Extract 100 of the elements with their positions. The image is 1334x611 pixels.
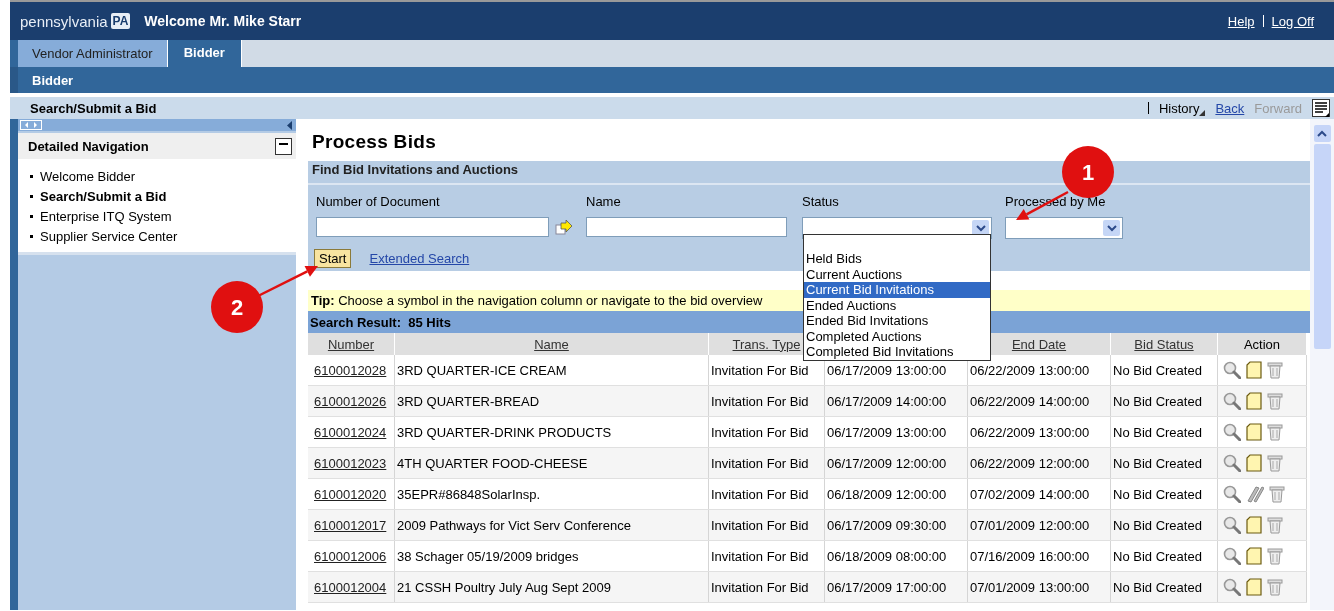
- table-cell: 06/17/2009 14:00:00: [824, 385, 968, 417]
- scroll-up-button[interactable]: [1313, 125, 1331, 142]
- dropdown-field[interactable]: [1005, 217, 1123, 239]
- search-icon[interactable]: [1223, 547, 1241, 565]
- welcome-text: Welcome Mr. Mike Starr: [144, 13, 302, 29]
- table-cell: No Bid Created: [1110, 571, 1218, 603]
- table-cell: 3RD QUARTER-ICE CREAM: [394, 355, 709, 386]
- dropdown-option[interactable]: Current Bid Invitations: [804, 282, 990, 298]
- tab[interactable]: Vendor Administrator: [18, 40, 168, 67]
- dropdown-option[interactable]: Current Auctions: [804, 266, 990, 282]
- tab[interactable]: Bidder: [167, 40, 242, 67]
- field-label: Number of Document: [316, 194, 441, 209]
- page-path: Search/Submit a Bid: [30, 100, 157, 116]
- trash-icon[interactable]: [1267, 423, 1283, 441]
- trash-icon[interactable]: [1269, 485, 1285, 503]
- input-field[interactable]: [586, 217, 787, 237]
- trash-icon[interactable]: [1267, 392, 1283, 410]
- column-header: Action: [1243, 336, 1281, 352]
- sidebar-toggle-icon[interactable]: [20, 120, 42, 130]
- scrollbar-thumb[interactable]: [1313, 144, 1331, 349]
- table-cell: 06/22/2009 13:00:00: [967, 416, 1111, 448]
- pencil-icon[interactable]: [1246, 485, 1264, 503]
- dropdown-option[interactable]: Ended Auctions: [804, 297, 990, 313]
- sidebar-title: Detailed Navigation: [28, 138, 149, 154]
- search-icon[interactable]: [1223, 454, 1241, 472]
- table-cell: 06/22/2009 13:00:00: [967, 355, 1111, 386]
- field-label: Status: [802, 194, 840, 209]
- document-number-link[interactable]: 6100012024: [314, 424, 387, 440]
- table-cell: 21 CSSH Poultry July Aug Sept 2009: [394, 571, 709, 603]
- table-cell: 07/02/2009 14:00:00: [967, 478, 1111, 510]
- note-icon[interactable]: [1246, 361, 1262, 379]
- table-cell: 06/18/2009 08:00:00: [824, 540, 968, 572]
- table-cell: Invitation For Bid: [708, 355, 825, 386]
- header-link[interactable]: Log Off: [1271, 13, 1314, 29]
- table-cell: 06/17/2009 09:30:00: [824, 509, 968, 541]
- trash-icon[interactable]: [1267, 516, 1283, 534]
- table-cell: Invitation For Bid: [708, 571, 825, 603]
- note-icon[interactable]: [1246, 423, 1262, 441]
- search-icon[interactable]: [1223, 578, 1241, 596]
- dropdown-option[interactable]: Completed Auctions: [804, 328, 990, 344]
- table-cell: Invitation For Bid: [708, 540, 825, 572]
- input-field[interactable]: [316, 217, 549, 237]
- table-cell: 06/18/2009 12:00:00: [824, 478, 968, 510]
- note-icon[interactable]: [1246, 578, 1262, 596]
- column-header[interactable]: Name: [534, 336, 569, 352]
- page-title: Process Bids: [312, 131, 437, 153]
- table-cell: 07/16/2009 16:00:00: [967, 540, 1111, 572]
- table-cell: 06/22/2009 12:00:00: [967, 447, 1111, 479]
- table-cell: 06/17/2009 12:00:00: [824, 447, 968, 479]
- table-cell: 06/22/2009 14:00:00: [967, 385, 1111, 417]
- table-cell: Invitation For Bid: [708, 385, 825, 417]
- trash-icon[interactable]: [1267, 454, 1283, 472]
- callout-badge: 1: [1062, 146, 1114, 198]
- callout-badge: 2: [211, 281, 263, 333]
- search-icon[interactable]: [1223, 361, 1241, 379]
- document-number-link[interactable]: 6100012006: [314, 548, 387, 564]
- extended-search-link[interactable]: Extended Search: [369, 251, 470, 266]
- note-icon[interactable]: [1246, 454, 1262, 472]
- search-icon[interactable]: [1223, 485, 1241, 503]
- note-icon[interactable]: [1246, 547, 1262, 565]
- note-icon[interactable]: [1246, 516, 1262, 534]
- nav-item[interactable]: Welcome Bidder: [30, 169, 296, 184]
- arrow-right-icon[interactable]: [555, 219, 575, 235]
- table-cell: Invitation For Bid: [708, 509, 825, 541]
- logo-badge: PA: [110, 13, 131, 29]
- header-link[interactable]: Help: [1227, 13, 1255, 29]
- trash-icon[interactable]: [1267, 578, 1283, 596]
- collapse-icon[interactable]: [275, 137, 292, 155]
- callout-arrow: [257, 266, 318, 298]
- table-cell: Invitation For Bid: [708, 416, 825, 448]
- dropdown-triangle-icon: [1199, 109, 1206, 116]
- trash-icon[interactable]: [1267, 361, 1283, 379]
- back-link[interactable]: Back: [1215, 100, 1245, 116]
- table-cell: 3RD QUARTER-BREAD: [394, 385, 709, 417]
- subnav-title[interactable]: Bidder: [10, 67, 1334, 93]
- nav-item[interactable]: Supplier Service Center: [30, 229, 296, 244]
- table-cell: No Bid Created: [1110, 385, 1218, 417]
- document-number-link[interactable]: 6100012020: [314, 486, 387, 502]
- table-cell: 2009 Pathways for Vict Serv Conference: [394, 509, 709, 541]
- table-cell: No Bid Created: [1110, 478, 1218, 510]
- trash-icon[interactable]: [1267, 547, 1283, 565]
- search-icon[interactable]: [1223, 392, 1241, 410]
- nav-item[interactable]: Search/Submit a Bid: [30, 189, 296, 204]
- collapse-arrow-icon[interactable]: [287, 120, 292, 130]
- dropdown-option[interactable]: Held Bids: [804, 251, 990, 267]
- table-cell: Invitation For Bid: [708, 447, 825, 479]
- page-menu-icon[interactable]: [1312, 99, 1330, 117]
- table-cell: 06/17/2009 17:00:00: [824, 571, 968, 603]
- document-number-link[interactable]: 6100012028: [314, 362, 387, 378]
- start-button[interactable]: Start: [314, 249, 352, 268]
- dropdown-option[interactable]: Ended Bid Invitations: [804, 313, 990, 329]
- search-icon[interactable]: [1223, 423, 1241, 441]
- note-icon[interactable]: [1246, 392, 1262, 410]
- logo-text: pennsylvania: [20, 12, 108, 30]
- nav-item[interactable]: Enterprise ITQ System: [30, 209, 296, 224]
- search-icon[interactable]: [1223, 516, 1241, 534]
- table-cell: 3RD QUARTER-DRINK PRODUCTS: [394, 416, 709, 448]
- field-label: Name: [586, 194, 622, 209]
- history-menu[interactable]: History: [1158, 100, 1200, 116]
- tip-text: Tip: Choose a symbol in the navigation column or navigate to the bid overview: [311, 293, 763, 308]
